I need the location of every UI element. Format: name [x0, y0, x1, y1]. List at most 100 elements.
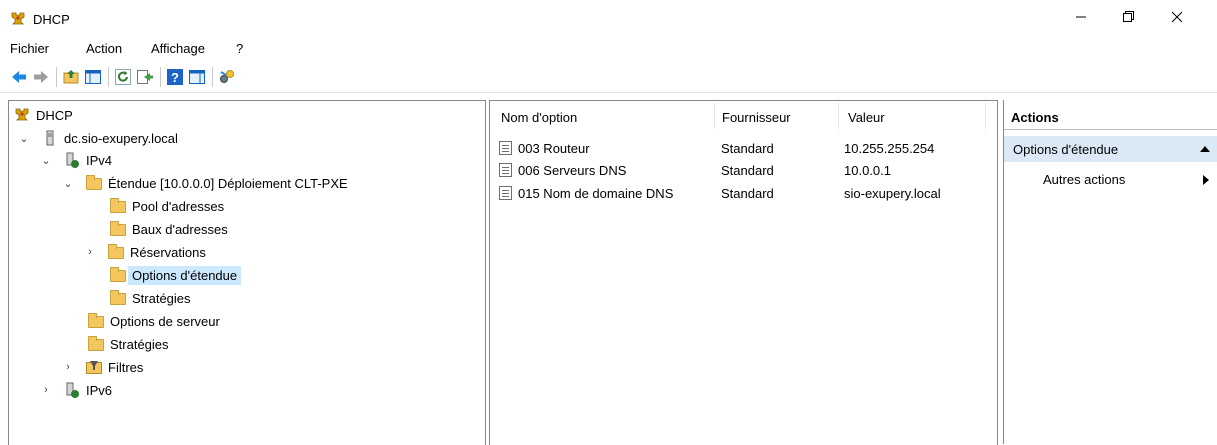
- menu-action[interactable]: Action: [86, 41, 122, 56]
- column-header-value[interactable]: Valeur: [848, 110, 885, 125]
- tree-item-address-leases[interactable]: Baux d'adresses: [110, 218, 228, 240]
- tree-item-scope[interactable]: ⌄ Étendue [10.0.0.0] Déploiement CLT-PXE: [62, 172, 348, 194]
- tree-item-dhcp-root[interactable]: DHCP: [14, 104, 73, 126]
- chevron-down-icon[interactable]: ⌄: [18, 132, 30, 145]
- option-name: 003 Routeur: [518, 140, 590, 156]
- ipv6-icon: [66, 382, 79, 398]
- tree-item-ipv4[interactable]: ⌄ IPv4: [40, 149, 112, 171]
- table-row[interactable]: 006 Serveurs DNS Standard 10.0.0.1: [499, 159, 989, 181]
- table-row[interactable]: 003 Routeur Standard 10.255.255.254: [499, 137, 989, 159]
- tree-label-selected: Options d'étendue: [128, 265, 242, 285]
- minimize-icon: [1076, 16, 1086, 18]
- export-list-icon[interactable]: [136, 68, 154, 86]
- tree-label: Stratégies: [132, 290, 191, 306]
- show-action-pane-icon[interactable]: [188, 68, 206, 86]
- tree-item-scope-policies[interactable]: Stratégies: [110, 287, 191, 309]
- address-pool-icon: [110, 198, 126, 214]
- option-icon: [499, 141, 512, 155]
- column-divider[interactable]: [985, 103, 986, 129]
- submenu-arrow-icon: [1203, 175, 1209, 185]
- chevron-right-icon[interactable]: ›: [84, 246, 96, 258]
- actions-title: Actions: [1011, 110, 1059, 125]
- chevron-right-icon[interactable]: ›: [40, 384, 52, 396]
- menu-view[interactable]: Affichage: [151, 41, 205, 56]
- option-vendor: Standard: [721, 162, 774, 178]
- window-title: DHCP: [33, 12, 70, 27]
- tree-item-reservations[interactable]: › Réservations: [84, 241, 206, 263]
- actions-section-scope-options[interactable]: Options d'étendue: [1004, 136, 1217, 162]
- tree-label: DHCP: [36, 107, 73, 123]
- dhcp-app-icon: [11, 12, 25, 25]
- up-folder-icon[interactable]: [62, 68, 80, 86]
- tree-item-address-pool[interactable]: Pool d'adresses: [110, 195, 224, 217]
- tree-item-filters[interactable]: › Filtres: [62, 356, 143, 378]
- action-label: Autres actions: [1043, 172, 1126, 187]
- tree-label: IPv4: [86, 152, 113, 168]
- tree-label: Étendue [10.0.0.0] Déploiement CLT-PXE: [108, 175, 348, 191]
- menu-help[interactable]: ?: [236, 41, 243, 56]
- dhcp-icon: [15, 108, 29, 121]
- tree-item-policies[interactable]: Stratégies: [88, 333, 169, 355]
- option-value: sio-exupery.local: [844, 185, 941, 201]
- tree-item-server-options[interactable]: Options de serveur: [88, 310, 220, 332]
- table-row[interactable]: 015 Nom de domaine DNS Standard sio-exup…: [499, 182, 989, 204]
- close-icon: [1171, 11, 1183, 23]
- tree-item-server[interactable]: ⌄ dc.sio-exupery.local: [18, 127, 178, 149]
- tree-label: Pool d'adresses: [132, 198, 225, 214]
- tree-label: dc.sio-exupery.local: [64, 130, 178, 146]
- toolbar-separator: [160, 67, 161, 87]
- option-name: 015 Nom de domaine DNS: [518, 185, 674, 201]
- toolbar-separator: [212, 67, 213, 87]
- actions-header: Actions: [1004, 106, 1217, 130]
- tree-label: Réservations: [130, 244, 206, 260]
- tree-item-scope-options[interactable]: Options d'étendue: [110, 264, 242, 286]
- menu-file[interactable]: Fichier: [10, 41, 49, 56]
- column-divider[interactable]: [714, 103, 715, 129]
- tree-label: IPv6: [86, 382, 113, 398]
- actions-section-label: Options d'étendue: [1013, 142, 1119, 157]
- tree-label: Baux d'adresses: [132, 221, 228, 237]
- policies-icon: [88, 336, 104, 352]
- chevron-down-icon[interactable]: ⌄: [62, 177, 74, 190]
- reservations-icon: [108, 244, 124, 260]
- option-value: 10.0.0.1: [844, 162, 891, 178]
- tree-label: Stratégies: [110, 336, 169, 352]
- policies-icon: [110, 290, 126, 306]
- ipv4-icon: [66, 152, 79, 168]
- refresh-icon[interactable]: [114, 68, 132, 86]
- back-arrow-icon[interactable]: [10, 68, 28, 86]
- folder-icon: [86, 175, 102, 191]
- action-more-actions[interactable]: Autres actions: [1004, 168, 1217, 190]
- filter-icon: [86, 361, 102, 374]
- option-vendor: Standard: [721, 140, 774, 156]
- option-name: 006 Serveurs DNS: [518, 162, 627, 178]
- restore-icon: [1123, 11, 1134, 22]
- column-header-vendor[interactable]: Fournisseur: [722, 110, 791, 125]
- svg-text:?: ?: [171, 70, 179, 85]
- server-options-icon: [88, 313, 104, 329]
- toolbar-separator: [108, 67, 109, 87]
- minimize-button[interactable]: [1058, 0, 1104, 34]
- tree-item-ipv6[interactable]: › IPv6: [40, 379, 112, 401]
- tree-label: Filtres: [108, 359, 144, 375]
- tree-label: Options de serveur: [110, 313, 220, 329]
- chevron-right-icon[interactable]: ›: [62, 361, 74, 373]
- option-value: 10.255.255.254: [844, 140, 935, 156]
- title-bar: [0, 0, 1217, 34]
- option-vendor: Standard: [721, 185, 774, 201]
- column-header-option-name[interactable]: Nom d'option: [501, 110, 577, 125]
- column-divider[interactable]: [838, 103, 839, 129]
- chevron-down-icon[interactable]: ⌄: [40, 154, 52, 167]
- close-button[interactable]: [1154, 0, 1200, 34]
- server-icon: [46, 130, 54, 146]
- collapse-up-icon: [1200, 146, 1210, 152]
- show-hide-tree-icon[interactable]: [84, 68, 102, 86]
- address-leases-icon: [110, 221, 126, 237]
- restore-button[interactable]: [1106, 0, 1152, 34]
- server-tools-icon[interactable]: [218, 68, 236, 86]
- option-icon: [499, 186, 512, 200]
- option-icon: [499, 163, 512, 177]
- forward-arrow-icon[interactable]: [32, 68, 50, 86]
- help-icon[interactable]: ?: [166, 68, 184, 86]
- scope-options-icon: [110, 267, 126, 283]
